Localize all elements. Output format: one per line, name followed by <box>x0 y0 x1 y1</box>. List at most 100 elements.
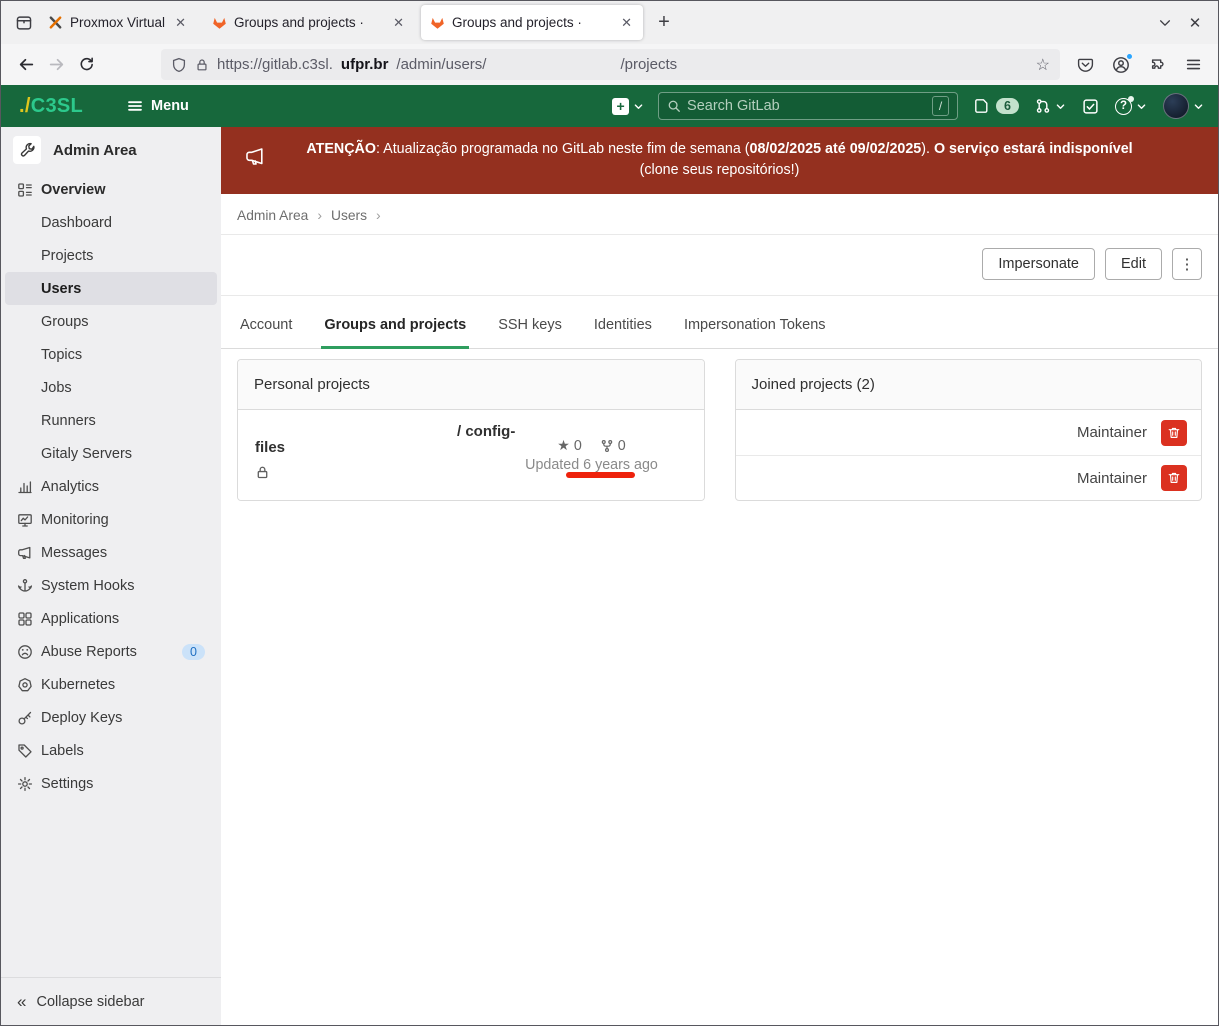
alert-text-bold: O serviço estará indisponível <box>934 141 1133 157</box>
browser-tab-gitlab-1[interactable]: Groups and projects · ✕ <box>203 5 415 40</box>
account-icon[interactable] <box>1106 50 1136 80</box>
sidebar-item-gitaly-servers[interactable]: Gitaly Servers <box>1 437 221 470</box>
sidebar-item-system-hooks[interactable]: System Hooks <box>1 569 221 602</box>
new-tab-button[interactable]: + <box>649 8 679 38</box>
user-menu-button[interactable] <box>1163 93 1204 119</box>
sidebar-item-admin-area[interactable]: Admin Area <box>1 127 221 173</box>
window-close-button[interactable]: ✕ <box>1180 14 1210 32</box>
breadcrumb: Admin Area › Users › <box>221 194 1218 235</box>
key-icon <box>17 710 33 726</box>
browser-tab-gitlab-2-active[interactable]: Groups and projects · ✕ <box>421 5 643 40</box>
tab-title: Proxmox Virtual Envir <box>70 15 166 30</box>
breadcrumb-separator: › <box>376 207 381 223</box>
joined-projects-title: Joined projects (2) <box>736 360 1202 410</box>
tab-impersonation-tokens[interactable]: Impersonation Tokens <box>681 306 829 349</box>
sidebar-item-analytics[interactable]: Analytics <box>1 470 221 503</box>
plus-icon: + <box>612 98 629 115</box>
sidebar-item-labels[interactable]: Labels <box>1 734 221 767</box>
collapse-sidebar-button[interactable]: « Collapse sidebar <box>1 977 221 1025</box>
firefox-view-icon[interactable] <box>9 8 39 38</box>
browser-window: Proxmox Virtual Envir ✕ Groups and proje… <box>0 0 1219 1026</box>
sidebar-item-overview[interactable]: Overview <box>1 173 221 206</box>
logo-name: C3SL <box>31 95 83 117</box>
help-button[interactable]: ? <box>1115 98 1147 115</box>
bookmark-star-icon[interactable]: ☆ <box>1036 55 1050 75</box>
browser-tab-proxmox[interactable]: Proxmox Virtual Envir ✕ <box>39 5 197 40</box>
star-count: ★0 <box>557 437 582 454</box>
tracking-shield-icon[interactable] <box>171 57 187 73</box>
help-glyph: ? <box>1120 100 1127 112</box>
user-actions: Impersonate Edit ⋮ <box>221 235 1218 296</box>
browser-tab-bar: Proxmox Virtual Envir ✕ Groups and proje… <box>1 1 1218 44</box>
admin-sidebar: Admin Area Overview Dashboard Projects U… <box>1 127 221 1025</box>
list-all-tabs-icon[interactable] <box>1150 8 1180 38</box>
lock-icon[interactable] <box>195 58 209 72</box>
label-icon <box>17 743 33 759</box>
more-actions-kebab-button[interactable]: ⋮ <box>1172 248 1202 280</box>
sidebar-item-runners[interactable]: Runners <box>1 404 221 437</box>
sidebar-item-dashboard[interactable]: Dashboard <box>1 206 221 239</box>
sidebar-item-abuse-reports[interactable]: Abuse Reports 0 <box>1 635 221 668</box>
pocket-icon[interactable] <box>1070 50 1100 80</box>
sidebar-item-jobs[interactable]: Jobs <box>1 371 221 404</box>
project-name-line1[interactable]: / config- <box>457 423 515 440</box>
new-menu-button[interactable]: + <box>612 98 644 115</box>
issues-button[interactable]: 6 <box>974 98 1019 114</box>
gitlab-logo[interactable]: ./C3SL <box>19 95 83 118</box>
analytics-icon <box>17 479 33 495</box>
impersonate-button[interactable]: Impersonate <box>982 248 1095 280</box>
sidebar-item-settings[interactable]: Settings <box>1 767 221 800</box>
issues-count-badge: 6 <box>996 98 1019 114</box>
breadcrumb-users[interactable]: Users <box>331 208 367 223</box>
sidebar-item-topics[interactable]: Topics <box>1 338 221 371</box>
kubernetes-icon <box>17 677 33 693</box>
joined-project-row: Maintainer <box>736 410 1202 455</box>
sidebar-item-groups[interactable]: Groups <box>1 305 221 338</box>
sidebar-item-label: Abuse Reports <box>41 644 137 660</box>
sidebar-item-projects[interactable]: Projects <box>1 239 221 272</box>
menu-label: Menu <box>151 98 189 114</box>
sidebar-item-label: Labels <box>41 743 84 759</box>
chevron-down-icon <box>1136 101 1147 112</box>
todo-check-icon <box>1082 98 1099 115</box>
url-bar[interactable]: https://gitlab.c3sl.ufpr.br/admin/users/… <box>161 49 1060 80</box>
gitlab-tanuki-icon <box>212 15 227 30</box>
trash-icon <box>1167 426 1181 440</box>
search-input[interactable] <box>687 98 926 114</box>
tab-close-icon[interactable]: ✕ <box>391 13 406 33</box>
sidebar-item-kubernetes[interactable]: Kubernetes <box>1 668 221 701</box>
tab-title: Groups and projects · <box>234 15 384 30</box>
hook-icon <box>17 578 33 594</box>
breadcrumb-admin-area[interactable]: Admin Area <box>237 208 308 223</box>
extensions-puzzle-icon[interactable] <box>1142 50 1172 80</box>
tab-close-icon[interactable]: ✕ <box>173 13 188 33</box>
forward-button[interactable] <box>41 50 71 80</box>
search-bar[interactable]: / <box>658 92 958 120</box>
tab-close-icon[interactable]: ✕ <box>619 13 634 33</box>
merge-requests-button[interactable] <box>1035 98 1066 114</box>
project-name-line2[interactable]: files <box>255 439 285 456</box>
sidebar-item-applications[interactable]: Applications <box>1 602 221 635</box>
back-button[interactable] <box>11 50 41 80</box>
edit-button[interactable]: Edit <box>1105 248 1162 280</box>
joined-projects-body: Maintainer Maintainer <box>736 410 1202 500</box>
sidebar-item-deploy-keys[interactable]: Deploy Keys <box>1 701 221 734</box>
tab-account[interactable]: Account <box>237 306 295 349</box>
todos-button[interactable] <box>1082 98 1099 115</box>
sidebar-item-label: Messages <box>41 545 107 561</box>
reload-button[interactable] <box>71 50 101 80</box>
sidebar-item-messages[interactable]: Messages <box>1 536 221 569</box>
member-role: Maintainer <box>1077 470 1147 487</box>
menu-button[interactable]: Menu <box>127 98 189 114</box>
alert-text-bold: ATENÇÃO <box>306 141 376 157</box>
tab-ssh-keys[interactable]: SSH keys <box>495 306 565 349</box>
remove-member-button[interactable] <box>1161 465 1187 491</box>
tab-groups-and-projects[interactable]: Groups and projects <box>321 306 469 349</box>
chevron-down-icon <box>1193 101 1204 112</box>
joined-project-row: Maintainer <box>736 455 1202 500</box>
tab-identities[interactable]: Identities <box>591 306 655 349</box>
sidebar-item-monitoring[interactable]: Monitoring <box>1 503 221 536</box>
sidebar-item-users[interactable]: Users <box>5 272 217 305</box>
remove-member-button[interactable] <box>1161 420 1187 446</box>
app-menu-hamburger-icon[interactable] <box>1178 50 1208 80</box>
